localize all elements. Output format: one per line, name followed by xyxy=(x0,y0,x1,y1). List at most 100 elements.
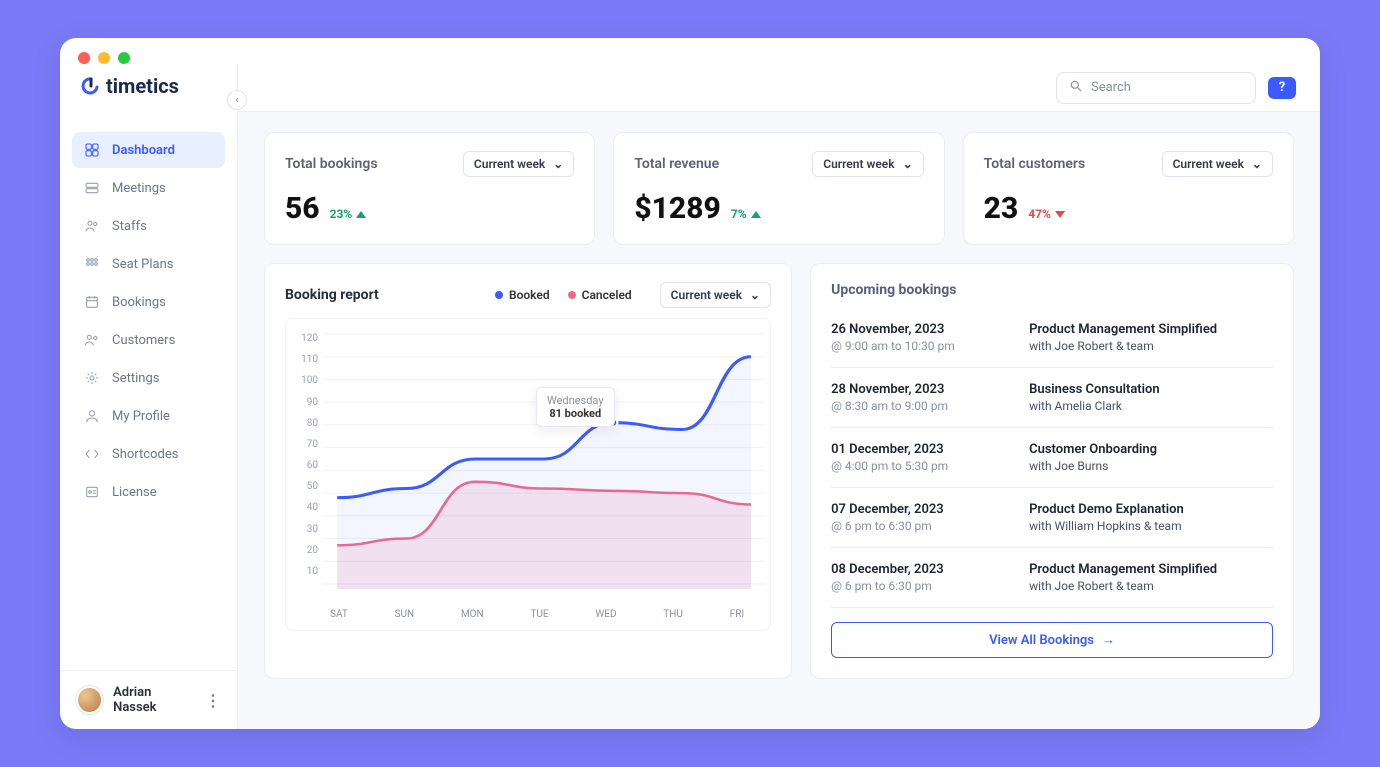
maximize-icon[interactable] xyxy=(118,52,130,64)
user-name: Adrian Nassek xyxy=(113,685,195,715)
booking-row[interactable]: 01 December, 2023@ 4:00 pm to 5:30 pmCus… xyxy=(831,428,1273,488)
report-title: Booking report xyxy=(285,287,379,303)
avatar xyxy=(76,686,103,714)
help-button[interactable]: ? xyxy=(1268,77,1296,99)
period-select[interactable]: Current week ⌄ xyxy=(812,151,923,177)
stat-title: Total bookings xyxy=(285,156,378,172)
profile-icon xyxy=(84,408,100,424)
view-all-bookings-button[interactable]: View All Bookings → xyxy=(831,622,1273,658)
stat-delta: 47% xyxy=(1028,207,1065,221)
minimize-icon[interactable] xyxy=(98,52,110,64)
booking-chart: 120110100908070605040302010 Wednesday 81… xyxy=(285,318,771,631)
sidebar-item-label: Shortcodes xyxy=(112,447,178,462)
dashboard-icon xyxy=(84,142,100,158)
booking-info: Product Demo Explanationwith William Hop… xyxy=(1029,502,1184,533)
sidebar-item-staffs[interactable]: Staffs xyxy=(72,208,225,244)
chart-yaxis: 120110100908070605040302010 xyxy=(292,329,324,601)
sidebar-item-meetings[interactable]: Meetings xyxy=(72,170,225,206)
brand-logo[interactable]: timetics xyxy=(60,74,237,118)
booking-info: Customer Onboardingwith Joe Burns xyxy=(1029,442,1157,473)
period-select[interactable]: Current week ⌄ xyxy=(660,282,771,308)
trend-up-icon xyxy=(751,211,761,218)
sidebar-item-label: Bookings xyxy=(112,295,166,310)
bookings-icon xyxy=(84,294,100,310)
more-icon[interactable]: ⋮ xyxy=(205,691,221,710)
sidebar-item-label: Staffs xyxy=(112,219,147,234)
shortcodes-icon xyxy=(84,446,100,462)
booking-info: Product Management Simplifiedwith Joe Ro… xyxy=(1029,322,1217,353)
staffs-icon xyxy=(84,218,100,234)
trend-up-icon xyxy=(356,211,366,218)
sidebar-item-dashboard[interactable]: Dashboard xyxy=(72,132,225,168)
upcoming-bookings-list: 26 November, 2023@ 9:00 am to 10:30 pm Pr… xyxy=(831,308,1273,608)
booking-row[interactable]: 08 December, 2023@ 6 pm to 6:30 pm Produc… xyxy=(831,548,1273,608)
sidebar-item-label: Seat Plans xyxy=(112,257,173,272)
close-icon[interactable] xyxy=(78,52,90,64)
sidebar-item-label: License xyxy=(112,485,157,500)
stat-title: Total customers xyxy=(984,156,1086,172)
upcoming-bookings-card: Upcoming bookings 26 November, 2023@ 9:0… xyxy=(810,263,1294,679)
booking-date: 08 December, 2023@ 6 pm to 6:30 pm xyxy=(831,562,1001,593)
user-block[interactable]: Adrian Nassek ⋮ xyxy=(60,670,237,729)
settings-icon xyxy=(84,370,100,386)
stat-card-customers: Total customers Current week ⌄ 23 47% xyxy=(963,132,1294,245)
search-placeholder: Search xyxy=(1091,80,1131,95)
booking-date: 26 November, 2023@ 9:00 am to 10:30 pm xyxy=(831,322,1001,353)
period-select[interactable]: Current week ⌄ xyxy=(463,151,574,177)
chevron-down-icon: ⌄ xyxy=(750,288,760,302)
sidebar-item-seat-plans[interactable]: Seat Plans xyxy=(72,246,225,282)
booking-info: Business Consultationwith Amelia Clark xyxy=(1029,382,1160,413)
booking-info: Product Management Simplifiedwith Joe Ro… xyxy=(1029,562,1217,593)
stat-title: Total revenue xyxy=(634,156,719,172)
legend-booked: Booked xyxy=(495,288,550,302)
collapse-sidebar-button[interactable]: ‹ xyxy=(227,90,247,110)
sidebar-item-shortcodes[interactable]: Shortcodes xyxy=(72,436,225,472)
booking-date: 07 December, 2023@ 6 pm to 6:30 pm xyxy=(831,502,1001,533)
customers-icon xyxy=(84,332,100,348)
stat-card-revenue: Total revenue Current week ⌄ $1289 7% xyxy=(613,132,944,245)
chevron-down-icon: ⌄ xyxy=(903,157,913,171)
sidebar-item-customers[interactable]: Customers xyxy=(72,322,225,358)
booking-row[interactable]: 26 November, 2023@ 9:00 am to 10:30 pm Pr… xyxy=(831,308,1273,368)
help-icon: ? xyxy=(1279,80,1285,95)
stat-delta: 23% xyxy=(330,207,367,221)
chart-xaxis: SATSUNMONTUEWEDTHUFRI xyxy=(292,601,764,624)
trend-down-icon xyxy=(1055,211,1065,218)
booking-report-card: Booking report Booked Canceled Current w… xyxy=(264,263,792,679)
chart-plot xyxy=(324,329,764,589)
booking-date: 28 November, 2023@ 8:30 am to 9:00 pm xyxy=(831,382,1001,413)
topbar: Search ? xyxy=(238,64,1320,112)
search-input[interactable]: Search xyxy=(1056,72,1256,104)
booking-row[interactable]: 28 November, 2023@ 8:30 am to 9:00 pm Bus… xyxy=(831,368,1273,428)
content: Total bookings Current week ⌄ 56 23% xyxy=(238,112,1320,729)
license-icon xyxy=(84,484,100,500)
sidebar-nav: Dashboard Meetings Staffs Seat Plans Booking… xyxy=(60,118,237,670)
meetings-icon xyxy=(84,180,100,196)
window-controls xyxy=(60,38,1320,64)
sidebar-item-label: My Profile xyxy=(112,409,170,424)
sidebar-item-label: Settings xyxy=(112,371,159,386)
sidebar-item-my-profile[interactable]: My Profile xyxy=(72,398,225,434)
legend-canceled: Canceled xyxy=(568,288,632,302)
sidebar-item-bookings[interactable]: Bookings xyxy=(72,284,225,320)
stat-value: $1289 xyxy=(634,191,721,226)
seat-plans-icon xyxy=(84,256,100,272)
stats-row: Total bookings Current week ⌄ 56 23% xyxy=(264,132,1294,245)
chevron-down-icon: ⌄ xyxy=(1252,157,1262,171)
stat-value: 56 xyxy=(285,191,320,226)
stat-card-bookings: Total bookings Current week ⌄ 56 23% xyxy=(264,132,595,245)
sidebar-item-label: Dashboard xyxy=(112,143,175,158)
sidebar-item-license[interactable]: License xyxy=(72,474,225,510)
logo-icon xyxy=(80,76,100,96)
app-window: timetics ‹ Dashboard Meetings Staffs Seat P… xyxy=(60,38,1320,729)
period-select[interactable]: Current week ⌄ xyxy=(1162,151,1273,177)
chevron-down-icon: ⌄ xyxy=(553,157,563,171)
stat-delta: 7% xyxy=(731,207,761,221)
sidebar-item-settings[interactable]: Settings xyxy=(72,360,225,396)
sidebar-item-label: Meetings xyxy=(112,181,166,196)
booking-row[interactable]: 07 December, 2023@ 6 pm to 6:30 pm Produc… xyxy=(831,488,1273,548)
brand-name: timetics xyxy=(106,74,179,98)
search-icon xyxy=(1069,79,1083,97)
arrow-right-icon: → xyxy=(1102,632,1115,648)
chart-legend: Booked Canceled xyxy=(495,288,632,302)
